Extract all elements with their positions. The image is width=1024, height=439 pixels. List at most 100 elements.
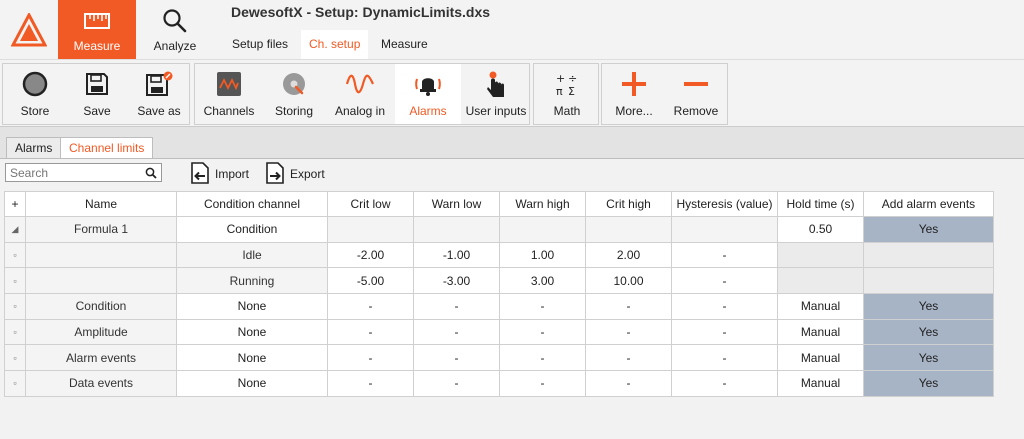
cell-condition-channel[interactable]: None <box>176 344 328 372</box>
cell-crit-low[interactable]: - <box>327 318 414 346</box>
cell-warn-high[interactable]: - <box>499 344 586 372</box>
cell-hold-time[interactable]: Manual <box>777 344 864 372</box>
cell-crit-high[interactable]: - <box>585 370 672 397</box>
cell-crit-high[interactable]: - <box>585 318 672 346</box>
cell-condition-channel[interactable]: None <box>176 318 328 346</box>
cell-hysteresis[interactable]: - <box>671 344 778 372</box>
cell-name[interactable]: Condition <box>25 293 177 320</box>
cell-warn-low[interactable]: - <box>413 293 500 320</box>
cell-condition: Idle <box>176 241 328 269</box>
cell-hysteresis[interactable]: - <box>671 370 778 397</box>
record-icon <box>22 68 48 100</box>
analyze-mode-button[interactable]: Analyze <box>136 0 214 59</box>
column-header-crit-low[interactable]: Crit low <box>327 191 414 217</box>
remove-button[interactable]: Remove <box>666 64 726 124</box>
channels-button[interactable]: Channels <box>197 64 261 124</box>
cell-hysteresis[interactable]: - <box>671 267 778 295</box>
user-inputs-button[interactable]: User inputs <box>463 64 529 124</box>
column-header-crit-high[interactable]: Crit high <box>585 191 672 217</box>
export-button[interactable]: Export <box>265 161 325 185</box>
add-column-button[interactable]: + <box>4 191 26 217</box>
tab-ch-setup[interactable]: Ch. setup <box>301 30 369 59</box>
collapse-toggle[interactable]: ◢ <box>4 216 26 243</box>
cell-hysteresis[interactable]: - <box>671 241 778 269</box>
table-row[interactable]: ▫ Data events None - - - - - Manual Yes <box>4 370 994 397</box>
search-input[interactable] <box>6 164 141 181</box>
column-header-hold-time[interactable]: Hold time (s) <box>777 191 864 217</box>
table-sub-row[interactable]: ▫ Idle -2.00 -1.00 1.00 2.00 - <box>4 241 994 269</box>
cell-crit-high[interactable]: 10.00 <box>585 267 672 295</box>
cell-hysteresis[interactable]: - <box>671 293 778 320</box>
table-row[interactable]: ▫ Alarm events None - - - - - Manual Yes <box>4 344 994 372</box>
channels-label: Channels <box>203 104 255 118</box>
cell-warn-high[interactable]: 1.00 <box>499 241 586 269</box>
cell-add-alarm-events[interactable]: Yes <box>863 344 994 372</box>
alarms-button[interactable]: Alarms <box>395 64 461 124</box>
cell-warn-low[interactable]: -1.00 <box>413 241 500 269</box>
tab-setup-files[interactable]: Setup files <box>224 30 296 59</box>
storing-label: Storing <box>274 104 314 118</box>
tab-alarms[interactable]: Alarms <box>6 137 62 159</box>
cell-crit-low[interactable]: -2.00 <box>327 241 414 269</box>
table-row-group[interactable]: ◢ Formula 1 Condition 0.50 Yes <box>4 216 994 243</box>
tab-channel-limits[interactable]: Channel limits <box>60 137 154 160</box>
save-as-button[interactable]: Save as <box>129 64 189 124</box>
measure-mode-button[interactable]: Measure <box>58 0 136 59</box>
cell-condition-channel[interactable]: Condition <box>176 216 328 243</box>
table-row[interactable]: ▫ Condition None - - - - - Manual Yes <box>4 293 994 320</box>
cell-name[interactable]: Formula 1 <box>25 216 177 243</box>
cell-crit-low[interactable]: - <box>327 344 414 372</box>
column-header-warn-low[interactable]: Warn low <box>413 191 500 217</box>
column-header-warn-high[interactable]: Warn high <box>499 191 586 217</box>
cell-hold-time[interactable]: Manual <box>777 293 864 320</box>
column-header-condition-channel[interactable]: Condition channel <box>176 191 328 217</box>
cell-hold-time[interactable]: 0.50 <box>777 216 864 243</box>
column-header-add-alarm-events[interactable]: Add alarm events <box>863 191 994 217</box>
cell-crit-high[interactable]: - <box>585 344 672 372</box>
cell-warn-high[interactable]: 3.00 <box>499 267 586 295</box>
table-sub-row[interactable]: ▫ Running -5.00 -3.00 3.00 10.00 - <box>4 267 994 295</box>
minus-icon <box>683 68 709 100</box>
cell-warn-low[interactable]: -3.00 <box>413 267 500 295</box>
cell-condition-channel[interactable]: None <box>176 293 328 320</box>
cell-name[interactable]: Alarm events <box>25 344 177 372</box>
cell-warn-high[interactable]: - <box>499 293 586 320</box>
cell-hold-time[interactable]: Manual <box>777 318 864 346</box>
cell-add-alarm-events[interactable]: Yes <box>863 216 994 243</box>
cell-crit-low[interactable]: - <box>327 293 414 320</box>
tab-measure[interactable]: Measure <box>373 30 436 59</box>
cell-add-alarm-events[interactable]: Yes <box>863 370 994 397</box>
table-row[interactable]: ▫ Amplitude None - - - - - Manual Yes <box>4 318 994 346</box>
cell-warn-low[interactable]: - <box>413 370 500 397</box>
math-group: + ÷ π Σ Math <box>533 63 599 125</box>
column-header-hysteresis[interactable]: Hysteresis (value) <box>671 191 778 217</box>
cell-crit-low[interactable]: - <box>327 370 414 397</box>
cell-name[interactable]: Amplitude <box>25 318 177 346</box>
storing-button[interactable]: Storing <box>263 64 325 124</box>
store-button[interactable]: Store <box>5 64 65 124</box>
search-icon[interactable] <box>141 167 161 179</box>
cell-add-alarm-events[interactable]: Yes <box>863 318 994 346</box>
setup-group: Channels Storing Analog in Alarms User i… <box>194 63 530 125</box>
cell-crit-low[interactable]: -5.00 <box>327 267 414 295</box>
import-button[interactable]: Import <box>190 161 249 185</box>
cell-warn-low[interactable]: - <box>413 318 500 346</box>
cell-crit-high[interactable]: - <box>585 293 672 320</box>
channel-limits-panel: Import Export + Name Condition c <box>0 158 1024 439</box>
column-header-name[interactable]: Name <box>25 191 177 217</box>
cell-hysteresis[interactable]: - <box>671 318 778 346</box>
cell-hold-time[interactable]: Manual <box>777 370 864 397</box>
cell-condition-channel[interactable]: None <box>176 370 328 397</box>
cell-warn-high[interactable]: - <box>499 370 586 397</box>
search-box <box>5 163 162 182</box>
cell-warn-high[interactable]: - <box>499 318 586 346</box>
cell-warn-low[interactable]: - <box>413 344 500 372</box>
analog-in-button[interactable]: Analog in <box>327 64 393 124</box>
cell-crit-high[interactable]: 2.00 <box>585 241 672 269</box>
more-button[interactable]: More... <box>604 64 664 124</box>
cell-name[interactable]: Data events <box>25 370 177 397</box>
save-button[interactable]: Save <box>67 64 127 124</box>
cell-add-alarm-events[interactable]: Yes <box>863 293 994 320</box>
user-inputs-label: User inputs <box>465 104 527 118</box>
math-button[interactable]: + ÷ π Σ Math <box>536 64 598 124</box>
